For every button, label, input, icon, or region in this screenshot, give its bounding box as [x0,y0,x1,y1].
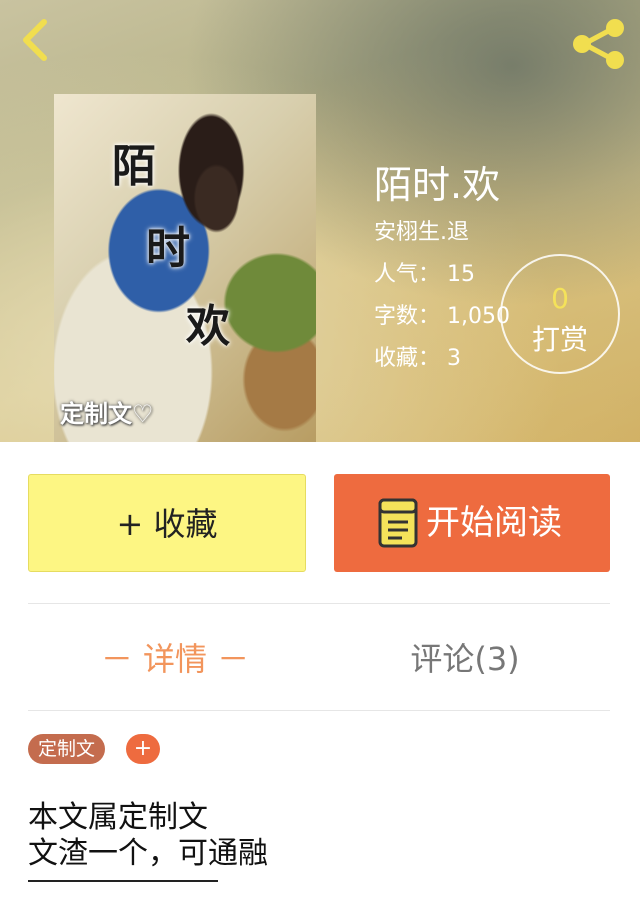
divider [28,603,610,604]
description-line: 文渣一个，可通融 [28,836,268,871]
cover-title-char: 欢 [186,301,230,352]
share-icon [573,19,624,69]
add-tag-button[interactable]: + [126,734,160,764]
back-button[interactable] [14,16,58,64]
share-button[interactable] [570,18,628,70]
tag-badge[interactable]: 定制文 [28,734,106,764]
cover-title-char: 陌 [112,141,156,192]
tab-comments[interactable]: 评论(3) [390,634,540,684]
tip-button[interactable]: 0 打赏 [500,254,620,374]
book-cover[interactable]: 陌 时 欢 定制文♡ [54,94,316,442]
favorites-stat: 收藏： 3 [374,346,461,371]
word-count-stat: 字数： 1,050 [374,304,510,329]
start-reading-label: 开始阅读 [426,503,562,543]
tip-count: 0 [551,282,569,315]
description-rule [28,880,218,882]
popularity-stat: 人气： 15 [374,262,475,287]
cover-tag-text: 定制文♡ [60,400,154,428]
start-reading-button[interactable]: 开始阅读 [334,474,610,572]
chevron-left-icon [23,19,47,61]
book-icon [378,498,418,548]
tip-label: 打赏 [531,323,588,356]
book-title: 陌时.欢 [374,163,501,207]
collect-button[interactable]: + 收藏 [28,474,306,572]
cover-title-char: 时 [146,223,190,274]
author-name[interactable]: 安栩生.退 [374,214,469,246]
book-header: 陌 时 欢 定制文♡ 陌时.欢 安栩生.退 人气： 15 字数： 1,050 收… [0,0,640,442]
divider [28,710,610,711]
tab-details[interactable]: － 详情 － [100,634,250,684]
